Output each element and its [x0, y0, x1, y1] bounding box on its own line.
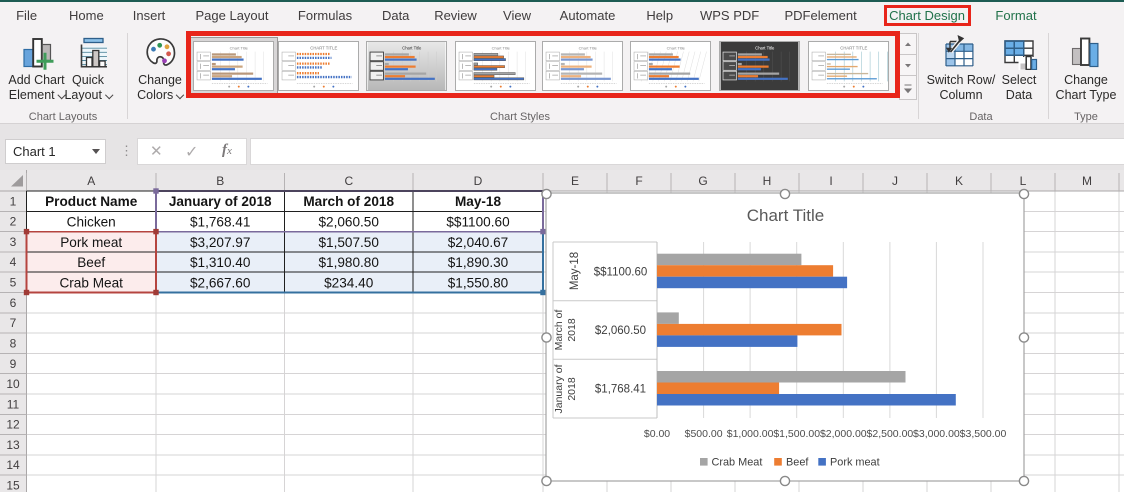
svg-text:1: 1 [10, 194, 17, 208]
svg-text:$3,500.00: $3,500.00 [960, 428, 1007, 440]
svg-text:G: G [698, 174, 707, 188]
svg-text:C: C [344, 174, 353, 188]
svg-text:2018: 2018 [566, 318, 578, 342]
svg-text:4: 4 [10, 255, 17, 269]
svg-text:January of 2018: January of 2018 [169, 194, 272, 209]
svg-text:2018: 2018 [566, 377, 578, 401]
svg-text:14: 14 [6, 458, 20, 472]
svg-text:$2,040.67: $2,040.67 [448, 235, 508, 250]
svg-text:$3,000.00: $3,000.00 [913, 428, 960, 440]
svg-text:2: 2 [10, 215, 17, 229]
svg-text:$234.40: $234.40 [324, 275, 374, 290]
svg-text:March of: March of [553, 310, 565, 351]
svg-text:11: 11 [7, 397, 20, 411]
svg-text:$1,980.80: $1,980.80 [318, 255, 379, 270]
svg-text:$1,500.00: $1,500.00 [773, 428, 820, 440]
svg-text:$1,890.30: $1,890.30 [448, 255, 509, 270]
svg-text:9: 9 [10, 357, 17, 371]
svg-text:$0.00: $0.00 [644, 428, 670, 440]
svg-text:F: F [635, 174, 642, 188]
svg-text:$2,060.50: $2,060.50 [318, 215, 379, 230]
svg-text:8: 8 [10, 336, 17, 350]
svg-text:March of 2018: March of 2018 [303, 194, 394, 209]
svg-text:May-18: May-18 [455, 194, 502, 209]
svg-text:$1,000.00: $1,000.00 [727, 428, 774, 440]
svg-text:$2,667.60: $2,667.60 [190, 275, 251, 290]
svg-text:$$1100.60: $$1100.60 [594, 266, 648, 278]
svg-text:Product Name: Product Name [45, 194, 138, 209]
svg-text:$3,207.97: $3,207.97 [190, 235, 250, 250]
svg-text:I: I [829, 174, 832, 188]
svg-text:J: J [892, 174, 898, 188]
svg-text:Chart Title: Chart Title [747, 206, 824, 225]
svg-text:$500.00: $500.00 [685, 428, 723, 440]
svg-text:Beef: Beef [786, 457, 809, 469]
svg-text:$1,768.41: $1,768.41 [190, 215, 250, 230]
svg-text:15: 15 [6, 479, 20, 492]
svg-text:13: 13 [6, 438, 20, 452]
svg-text:$1,507.50: $1,507.50 [318, 235, 379, 250]
svg-text:$2,060.50: $2,060.50 [595, 325, 646, 337]
svg-text:A: A [87, 174, 95, 188]
svg-text:$1,550.80: $1,550.80 [448, 275, 509, 290]
svg-text:Pork meat: Pork meat [830, 457, 880, 469]
svg-text:Crab Meat: Crab Meat [59, 275, 123, 290]
svg-text:6: 6 [10, 296, 17, 310]
svg-text:B: B [216, 174, 224, 188]
svg-text:E: E [571, 174, 579, 188]
svg-text:5: 5 [10, 276, 17, 290]
svg-text:H: H [763, 174, 772, 188]
svg-text:D: D [474, 174, 483, 188]
svg-text:$1,310.40: $1,310.40 [190, 255, 251, 270]
svg-text:3: 3 [10, 235, 17, 249]
svg-text:$$1100.60: $$1100.60 [446, 215, 510, 230]
svg-text:January of: January of [553, 364, 565, 413]
svg-text:L: L [1020, 174, 1027, 188]
svg-text:Chicken: Chicken [67, 215, 116, 230]
svg-text:$1,768.41: $1,768.41 [595, 384, 646, 396]
svg-text:7: 7 [10, 316, 17, 330]
svg-text:M: M [1082, 174, 1092, 188]
svg-text:May-18: May-18 [569, 252, 581, 290]
svg-text:$2,000.00: $2,000.00 [820, 428, 867, 440]
svg-text:Crab Meat: Crab Meat [712, 457, 763, 469]
svg-text:10: 10 [6, 377, 20, 391]
svg-text:Pork meat: Pork meat [60, 235, 122, 250]
svg-text:12: 12 [6, 418, 20, 432]
svg-text:Beef: Beef [77, 255, 105, 270]
svg-text:K: K [955, 174, 963, 188]
svg-text:$2,500.00: $2,500.00 [867, 428, 914, 440]
